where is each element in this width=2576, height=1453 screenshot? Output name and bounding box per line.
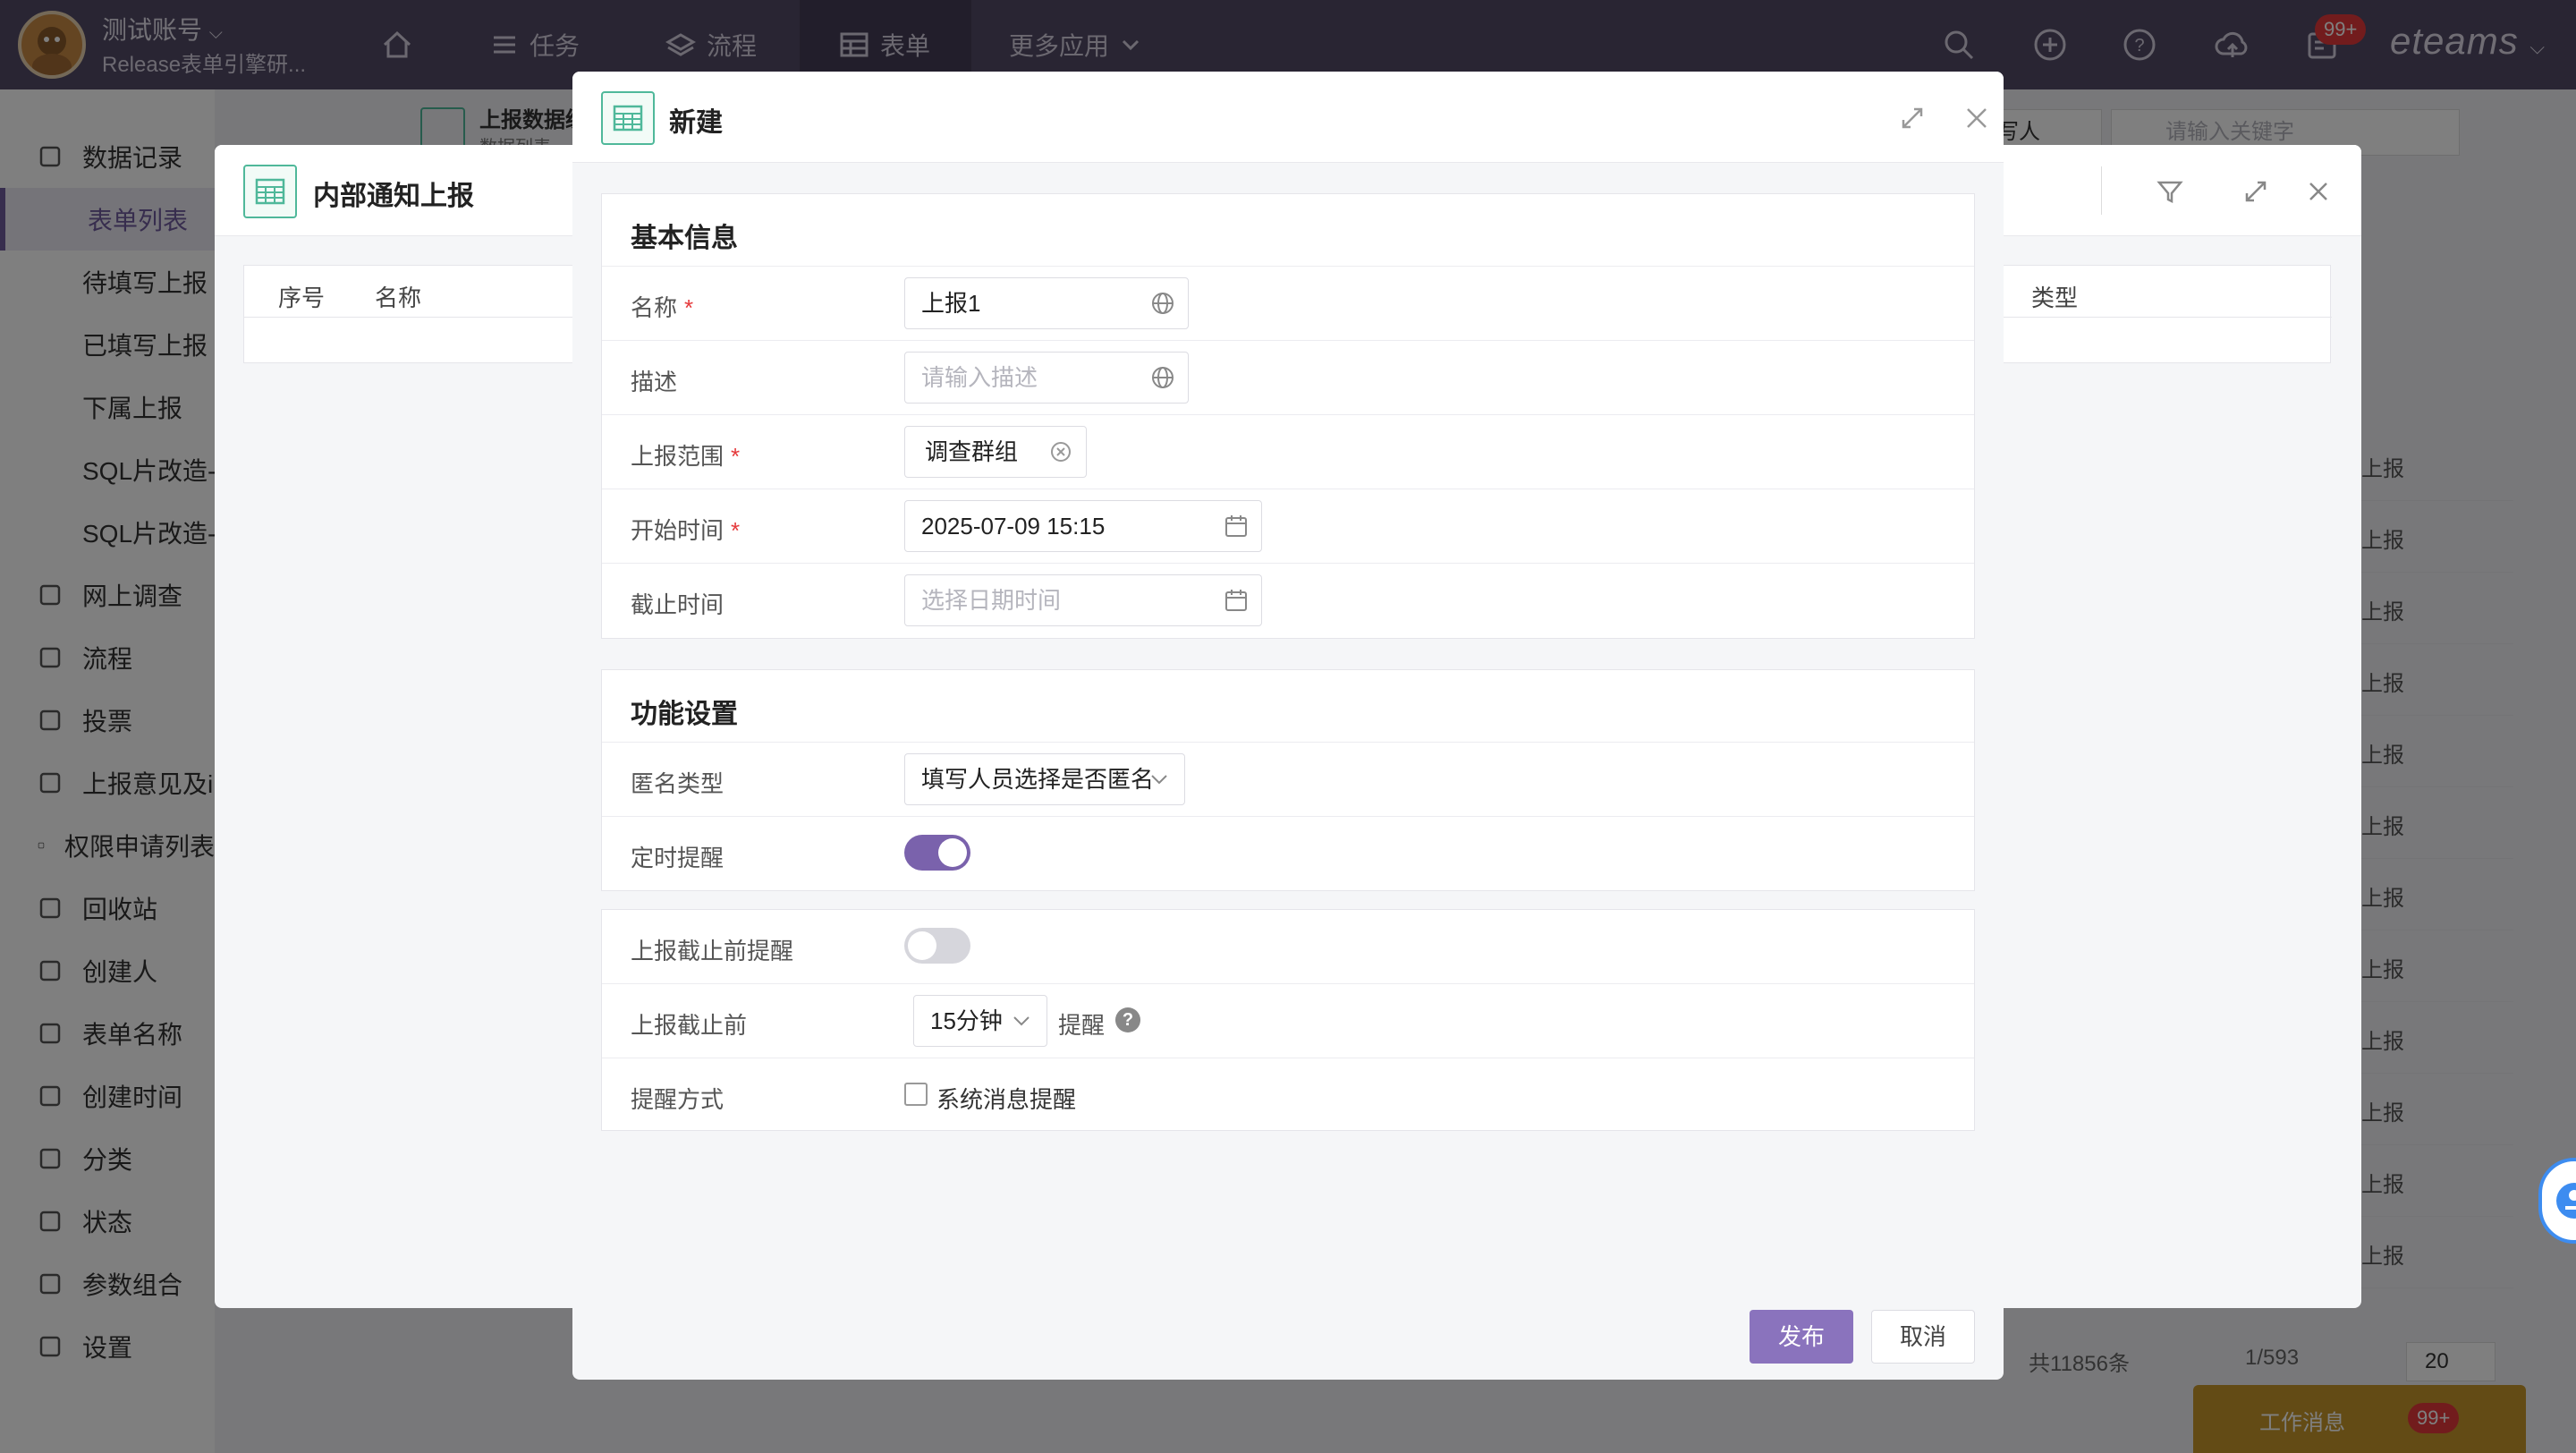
inner-report-modal-title: 内部通知上报 (313, 182, 474, 211)
field-row-desc: 描述 请输入描述 (602, 340, 1974, 414)
field-row-deadline-remind: 上报截止前提醒 (602, 910, 1974, 984)
field-row-end-time: 截止时间 选择日期时间 (602, 563, 1974, 637)
function-settings-title: 功能设置 (631, 700, 738, 729)
deadline-remind-toggle[interactable] (904, 928, 970, 964)
publish-button[interactable]: 发布 (1750, 1310, 1853, 1364)
field-label-deadline-remind: 上报截止前提醒 (631, 938, 794, 964)
name-input[interactable]: 上报1 (904, 277, 1189, 329)
field-label-method: 提醒方式 (631, 1086, 724, 1113)
form-table-icon (601, 91, 655, 145)
calendar-icon[interactable] (1224, 588, 1249, 613)
scope-tag[interactable]: 调查群组 (904, 426, 1087, 478)
close-icon[interactable] (1959, 100, 1995, 136)
chevron-down-icon (1013, 1016, 1030, 1026)
calendar-icon[interactable] (1224, 514, 1249, 539)
field-row-anon: 匿名类型 填写人员选择是否匿名 (602, 742, 1974, 816)
field-label-anon: 匿名类型 (631, 770, 724, 797)
field-row-start-time: 开始时间 * 2025-07-09 15:15 (602, 489, 1974, 563)
column-header-index[interactable]: 序号 (278, 280, 325, 313)
system-message-label[interactable]: 系统消息提醒 (936, 1082, 1076, 1115)
field-label-start-time: 开始时间 * (631, 517, 741, 544)
form-table-icon (243, 165, 297, 218)
field-row-method: 提醒方式 系统消息提醒 (602, 1058, 1974, 1132)
start-time-picker[interactable]: 2025-07-09 15:15 (904, 500, 1262, 552)
create-modal-title: 新建 (669, 108, 723, 138)
expand-icon[interactable] (2241, 177, 2270, 206)
create-modal: 新建 基本信息 名称 * 上报1 描述 请输入描述 上报范围 * 调查群组 开始… (572, 72, 2004, 1380)
field-row-before: 上报截止前 15分钟 提醒 ? (602, 983, 1974, 1058)
toggle-knob (938, 838, 967, 867)
field-label-scope: 上报范围 * (631, 443, 741, 470)
chevron-down-icon (1151, 775, 1167, 785)
remind-before-select[interactable]: 15分钟 (913, 995, 1047, 1047)
field-label-timer: 定时提醒 (631, 845, 724, 871)
close-icon[interactable] (2304, 177, 2333, 206)
desc-input[interactable]: 请输入描述 (904, 352, 1189, 404)
help-icon[interactable]: ? (1115, 1007, 1140, 1032)
field-label-desc: 描述 (631, 369, 678, 395)
globe-icon[interactable] (1150, 365, 1175, 390)
filter-icon[interactable] (2156, 177, 2184, 206)
field-row-timer: 定时提醒 (602, 816, 1974, 890)
anon-type-select[interactable]: 填写人员选择是否匿名 (904, 753, 1185, 805)
system-message-checkbox[interactable] (904, 1083, 928, 1106)
field-label-end-time: 截止时间 (631, 591, 724, 618)
toggle-knob (908, 931, 936, 960)
column-header-type[interactable]: 类型 (2031, 280, 2078, 313)
clear-icon[interactable] (1048, 439, 1073, 464)
field-label-before: 上报截止前 (631, 1012, 748, 1039)
cancel-button[interactable]: 取消 (1871, 1310, 1975, 1364)
remind-suffix-label: 提醒 (1058, 1012, 1106, 1039)
globe-icon[interactable] (1150, 291, 1175, 316)
create-modal-header: 新建 (572, 72, 2004, 163)
field-label-name: 名称 * (631, 294, 694, 321)
end-time-picker[interactable]: 选择日期时间 (904, 574, 1262, 626)
function-settings-section: 功能设置 匿名类型 填写人员选择是否匿名 定时提醒 (601, 669, 1975, 891)
timer-toggle[interactable] (904, 835, 970, 871)
field-row-scope: 上报范围 * 调查群组 (602, 414, 1974, 489)
reminder-section: 上报截止前提醒 上报截止前 15分钟 提醒 ? 提醒方式 系统消息提醒 (601, 909, 1975, 1131)
field-row-name: 名称 * 上报1 (602, 266, 1974, 340)
basic-info-section: 基本信息 名称 * 上报1 描述 请输入描述 上报范围 * 调查群组 开始时间 * (601, 193, 1975, 639)
basic-info-title: 基本信息 (631, 224, 738, 253)
column-header-name[interactable]: 名称 (375, 280, 421, 313)
expand-icon[interactable] (1894, 100, 1930, 136)
